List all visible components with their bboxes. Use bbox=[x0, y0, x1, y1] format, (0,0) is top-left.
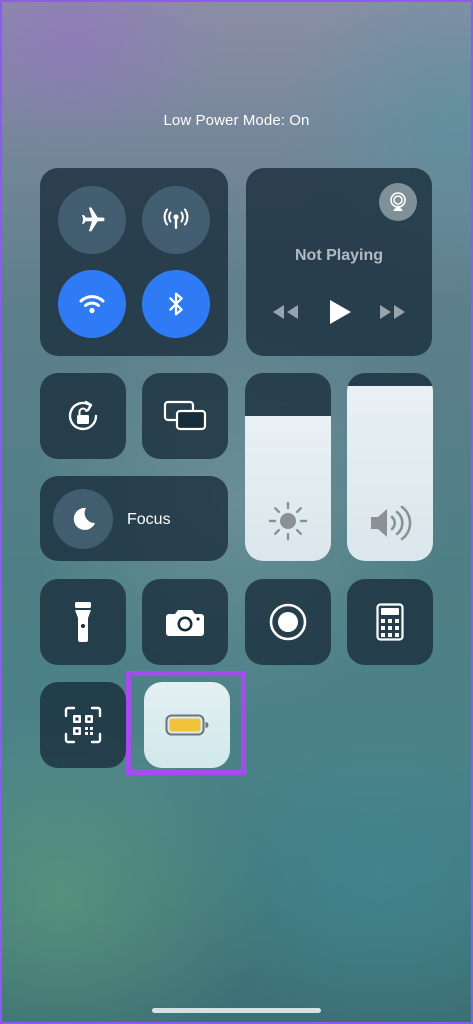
wifi-toggle[interactable] bbox=[58, 270, 126, 338]
speaker-icon bbox=[371, 505, 412, 541]
bluetooth-toggle[interactable] bbox=[142, 270, 210, 338]
calculator-icon bbox=[376, 603, 404, 641]
flashlight-icon bbox=[75, 602, 91, 642]
highlight-box bbox=[126, 671, 246, 775]
airplane-mode-toggle[interactable] bbox=[58, 186, 126, 254]
airplay-icon bbox=[390, 192, 406, 211]
play-icon[interactable] bbox=[327, 298, 353, 326]
qr-scanner-icon bbox=[64, 706, 102, 744]
moon-icon bbox=[73, 507, 95, 530]
airplane-icon bbox=[82, 207, 105, 232]
sun-icon bbox=[268, 501, 308, 541]
code-scanner-button[interactable] bbox=[40, 682, 126, 768]
brightness-slider[interactable] bbox=[245, 373, 331, 561]
home-indicator[interactable] bbox=[152, 1008, 321, 1013]
camera-button[interactable] bbox=[142, 579, 228, 665]
record-icon bbox=[269, 603, 307, 641]
screen-mirroring-icon bbox=[163, 400, 207, 431]
screen-mirroring-button[interactable] bbox=[142, 373, 228, 459]
bluetooth-icon bbox=[169, 292, 183, 316]
flashlight-button[interactable] bbox=[40, 579, 126, 665]
focus-icon-circle bbox=[53, 489, 113, 549]
focus-label: Focus bbox=[127, 511, 171, 528]
volume-slider[interactable] bbox=[347, 373, 433, 561]
cellular-antenna-icon bbox=[163, 208, 189, 229]
orientation-lock-icon bbox=[68, 400, 98, 431]
wifi-icon bbox=[79, 295, 105, 314]
orientation-lock-button[interactable] bbox=[40, 373, 126, 459]
low-power-status: Low Power Mode: On bbox=[163, 112, 310, 129]
calculator-button[interactable] bbox=[347, 579, 433, 665]
now-playing-title: Not Playing bbox=[294, 247, 383, 264]
cellular-data-toggle[interactable] bbox=[142, 186, 210, 254]
screen-record-button[interactable] bbox=[245, 579, 331, 665]
rewind-icon[interactable] bbox=[270, 302, 300, 322]
fast-forward-icon[interactable] bbox=[378, 302, 408, 322]
camera-icon bbox=[166, 610, 204, 636]
airplay-button[interactable] bbox=[379, 183, 417, 221]
